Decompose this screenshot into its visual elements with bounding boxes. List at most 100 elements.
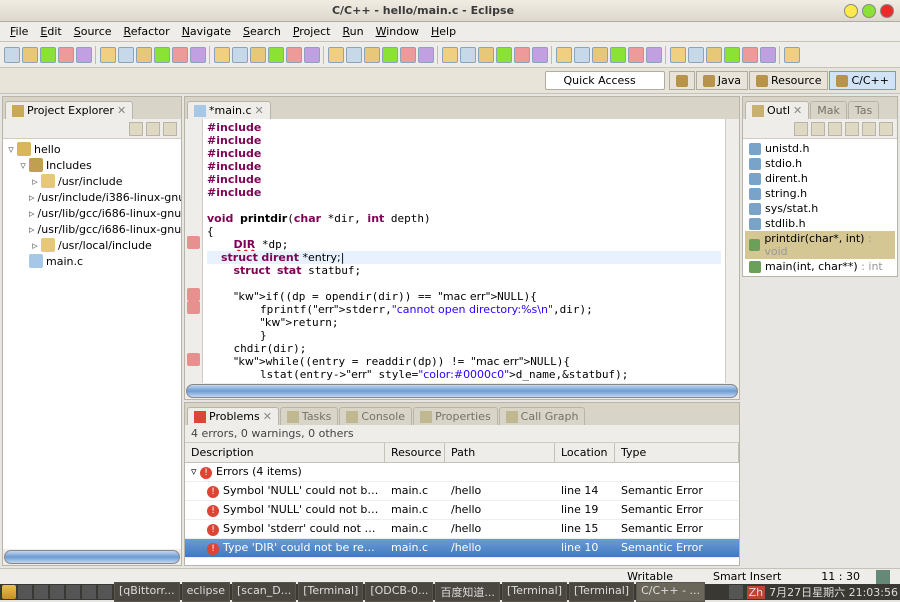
tab-tasks[interactable]: Tas bbox=[848, 101, 879, 119]
menu-window[interactable]: Window bbox=[370, 23, 425, 40]
sort-icon[interactable] bbox=[794, 122, 808, 136]
outline-item[interactable]: unistd.h bbox=[745, 141, 895, 156]
toolbar-button[interactable] bbox=[442, 47, 458, 63]
menu-edit[interactable]: Edit bbox=[34, 23, 67, 40]
problems-table[interactable]: DescriptionResourcePathLocationType ▿ !E… bbox=[185, 443, 739, 565]
tree-item[interactable]: ▿hello bbox=[3, 141, 181, 157]
perspective-resource[interactable]: Resource bbox=[749, 71, 828, 90]
toolbar-button[interactable] bbox=[364, 47, 380, 63]
problem-row[interactable]: !Symbol 'NULL' could not be resolvedmain… bbox=[185, 501, 739, 520]
taskbar-window-button[interactable]: [Terminal] bbox=[298, 582, 363, 602]
tab-tasks[interactable]: Tasks bbox=[280, 407, 338, 425]
horizontal-scrollbar[interactable] bbox=[4, 550, 180, 564]
toolbar-button[interactable] bbox=[58, 47, 74, 63]
launcher-icon[interactable] bbox=[66, 585, 80, 599]
hide-nonpublic-icon[interactable] bbox=[862, 122, 876, 136]
outline-item[interactable]: dirent.h bbox=[745, 171, 895, 186]
toolbar-button[interactable] bbox=[478, 47, 494, 63]
taskbar-window-button[interactable]: [qBittorr... bbox=[114, 582, 180, 602]
toolbar-button[interactable] bbox=[646, 47, 662, 63]
tab-project-explorer[interactable]: Project Explorer ✕ bbox=[5, 101, 133, 119]
perspective-java[interactable]: Java bbox=[696, 71, 748, 90]
overview-ruler[interactable] bbox=[725, 119, 739, 383]
toolbar-button[interactable] bbox=[400, 47, 416, 63]
menu-run[interactable]: Run bbox=[337, 23, 370, 40]
toolbar-button[interactable] bbox=[136, 47, 152, 63]
tree-twisty-icon[interactable]: ▿ bbox=[5, 143, 17, 156]
toolbar-button[interactable] bbox=[76, 47, 92, 63]
tray-icon[interactable] bbox=[729, 585, 743, 599]
toolbar-button[interactable] bbox=[418, 47, 434, 63]
code-editor[interactable]: #include #include #include #include #inc… bbox=[185, 119, 739, 383]
toolbar-button[interactable] bbox=[4, 47, 20, 63]
error-marker-icon[interactable] bbox=[187, 288, 200, 301]
toolbar-button[interactable] bbox=[628, 47, 644, 63]
toolbar-button[interactable] bbox=[592, 47, 608, 63]
taskbar-window-button[interactable]: [scan_D... bbox=[232, 582, 296, 602]
toolbar-button[interactable] bbox=[40, 47, 56, 63]
close-tab-icon[interactable]: ✕ bbox=[117, 104, 126, 117]
toolbar-button[interactable] bbox=[514, 47, 530, 63]
maximize-icon[interactable] bbox=[862, 4, 876, 18]
toolbar-button[interactable] bbox=[556, 47, 572, 63]
toolbar-button[interactable] bbox=[784, 47, 800, 63]
tray-clock[interactable]: 7月27日星期六 21:03:56 bbox=[769, 584, 898, 600]
code-area[interactable]: #include #include #include #include #inc… bbox=[203, 119, 725, 383]
toolbar-button[interactable] bbox=[22, 47, 38, 63]
launcher-icon[interactable] bbox=[34, 585, 48, 599]
outline-item[interactable]: string.h bbox=[745, 186, 895, 201]
toolbar-button[interactable] bbox=[304, 47, 320, 63]
tree-item[interactable]: ▹/usr/local/include bbox=[3, 237, 181, 253]
outline-tree[interactable]: unistd.hstdio.hdirent.hstring.hsys/stat.… bbox=[743, 139, 897, 276]
menu-project[interactable]: Project bbox=[287, 23, 337, 40]
editor-horizontal-scrollbar[interactable] bbox=[186, 384, 738, 398]
column-header[interactable]: Location bbox=[555, 443, 615, 462]
toolbar-button[interactable] bbox=[760, 47, 776, 63]
tab-call-graph[interactable]: Call Graph bbox=[499, 407, 586, 425]
perspective-cc[interactable]: C/C++ bbox=[829, 71, 896, 90]
problem-row[interactable]: !Symbol 'NULL' could not be resolvedmain… bbox=[185, 482, 739, 501]
error-marker-icon[interactable] bbox=[187, 301, 200, 314]
menu-search[interactable]: Search bbox=[237, 23, 287, 40]
outline-item[interactable]: printdir(char*, int) : void bbox=[745, 231, 895, 259]
taskbar-window-button[interactable]: [Terminal] bbox=[502, 582, 567, 602]
tree-twisty-icon[interactable]: ▹ bbox=[29, 175, 41, 188]
close-tab-icon[interactable]: ✕ bbox=[255, 104, 264, 117]
toolbar-button[interactable] bbox=[532, 47, 548, 63]
tab-make[interactable]: Mak bbox=[810, 101, 847, 119]
ime-badge[interactable]: Zh bbox=[747, 586, 766, 599]
menu-help[interactable]: Help bbox=[425, 23, 462, 40]
toolbar-button[interactable] bbox=[706, 47, 722, 63]
menu-source[interactable]: Source bbox=[68, 23, 118, 40]
view-menu-icon[interactable] bbox=[879, 122, 893, 136]
error-marker-icon[interactable] bbox=[187, 236, 200, 249]
open-perspective-button[interactable] bbox=[669, 71, 695, 90]
hide-static-icon[interactable] bbox=[845, 122, 859, 136]
show-desktop-icon[interactable] bbox=[18, 585, 32, 599]
tab-console[interactable]: Console bbox=[339, 407, 412, 425]
column-header[interactable]: Resource bbox=[385, 443, 445, 462]
close-tab-icon[interactable]: ✕ bbox=[263, 410, 272, 423]
menu-refactor[interactable]: Refactor bbox=[118, 23, 176, 40]
toolbar-button[interactable] bbox=[100, 47, 116, 63]
ime-indicator-icon[interactable] bbox=[876, 570, 890, 584]
tree-item[interactable]: ▹/usr/lib/gcc/i686-linux-gnu/4.7/ bbox=[3, 221, 181, 237]
tree-twisty-icon[interactable]: ▹ bbox=[29, 239, 41, 252]
taskbar-window-button[interactable]: 百度知道... bbox=[435, 582, 500, 602]
toolbar-button[interactable] bbox=[724, 47, 740, 63]
tree-twisty-icon[interactable]: ▹ bbox=[29, 223, 35, 236]
launcher-icon[interactable] bbox=[98, 585, 112, 599]
outline-item[interactable]: main(int, char**) : int bbox=[745, 259, 895, 274]
tab-main-c[interactable]: *main.c ✕ bbox=[187, 101, 271, 119]
collapse-all-icon[interactable] bbox=[146, 122, 160, 136]
toolbar-button[interactable] bbox=[328, 47, 344, 63]
toolbar-button[interactable] bbox=[346, 47, 362, 63]
column-header[interactable]: Description bbox=[185, 443, 385, 462]
launcher-icon[interactable] bbox=[82, 585, 96, 599]
quick-access-input[interactable]: Quick Access bbox=[545, 71, 665, 90]
toolbar-button[interactable] bbox=[382, 47, 398, 63]
error-marker-icon[interactable] bbox=[187, 353, 200, 366]
tree-twisty-icon[interactable]: ▿ bbox=[17, 159, 29, 172]
toolbar-button[interactable] bbox=[460, 47, 476, 63]
marker-ruler[interactable] bbox=[185, 119, 203, 383]
